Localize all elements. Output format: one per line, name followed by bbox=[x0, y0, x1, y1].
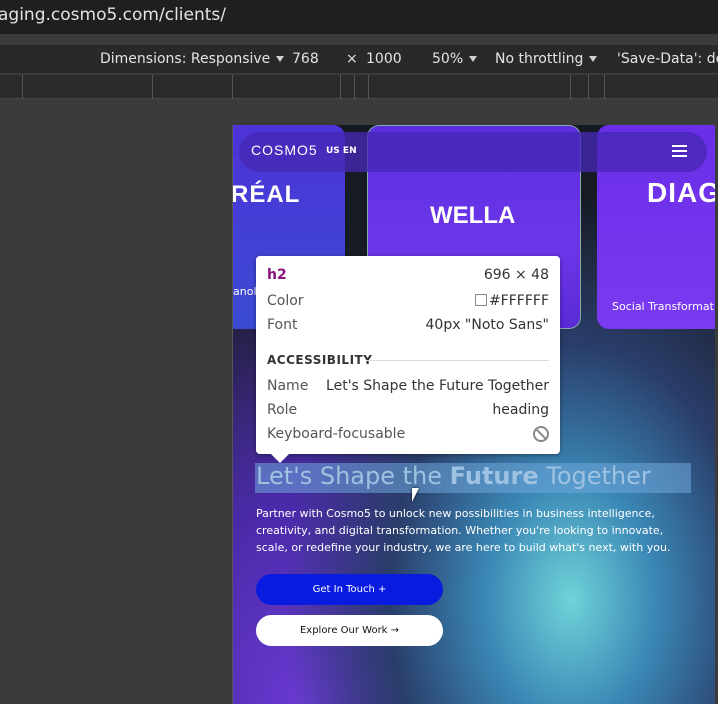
role-value: heading bbox=[492, 402, 549, 418]
throttling-select[interactable]: No throttling bbox=[495, 51, 598, 67]
color-label: Color bbox=[267, 293, 304, 309]
name-value: Let's Shape the Future Together bbox=[326, 378, 549, 394]
zoom-label: 50% bbox=[432, 51, 464, 67]
headline-part: Together bbox=[538, 462, 651, 490]
element-tag: h2 bbox=[267, 267, 287, 283]
height-input[interactable]: 1000 bbox=[366, 51, 402, 67]
name-label: Name bbox=[267, 378, 309, 394]
element-size: 696 × 48 bbox=[483, 267, 549, 283]
chevron-down-icon bbox=[276, 56, 285, 62]
url-text: aging.cosmo5.com/clients/ bbox=[0, 5, 226, 25]
not-focusable-icon bbox=[533, 426, 549, 442]
brand-logo: RÉAL bbox=[232, 181, 301, 208]
mouse-cursor-icon bbox=[412, 488, 419, 502]
page-headline: Let's Shape the Future Together bbox=[256, 462, 651, 490]
language-switch[interactable]: US EN bbox=[326, 146, 357, 156]
headline-part: Let's Shape the bbox=[256, 462, 450, 490]
color-value: #FFFFFF bbox=[488, 293, 549, 309]
media-query-ruler[interactable] bbox=[0, 75, 718, 99]
explore-our-work-button[interactable]: Explore Our Work → bbox=[256, 615, 443, 646]
chevron-down-icon bbox=[469, 56, 478, 62]
intro-paragraph: Partner with Cosmo5 to unlock new possib… bbox=[256, 507, 671, 554]
save-data-select[interactable]: 'Save-Data': def bbox=[617, 51, 718, 67]
brand-logo: WELLA bbox=[430, 202, 516, 229]
url-bar[interactable]: aging.cosmo5.com/clients/ bbox=[0, 0, 718, 34]
brand-logo: DIAG bbox=[647, 177, 715, 208]
site-logo[interactable]: COSMO5 bbox=[251, 142, 318, 158]
headline-emphasis: Future bbox=[449, 462, 539, 490]
color-swatch bbox=[474, 294, 487, 306]
role-label: Role bbox=[267, 402, 298, 418]
font-value: 40px "Noto Sans" bbox=[425, 317, 550, 333]
accessibility-heading: ACCESSIBILITY bbox=[267, 353, 373, 367]
get-in-touch-button[interactable]: Get In Touch + bbox=[256, 574, 443, 605]
tooltip-arrow bbox=[270, 453, 290, 463]
focus-label: Keyboard-focusable bbox=[267, 426, 406, 442]
width-input[interactable]: 768 bbox=[292, 51, 319, 67]
chevron-down-icon bbox=[589, 56, 598, 62]
card-caption: Social Transformat bbox=[612, 300, 714, 313]
zoom-select[interactable]: 50% bbox=[432, 51, 478, 67]
divider bbox=[366, 360, 549, 361]
dimensions-label: Dimensions: Responsive bbox=[100, 51, 271, 67]
site-navbar: COSMO5 US EN bbox=[239, 132, 707, 172]
times-sign: × bbox=[346, 51, 358, 67]
font-label: Font bbox=[267, 317, 298, 333]
dimensions-select[interactable]: Dimensions: Responsive bbox=[100, 51, 285, 67]
device-toolbar: Dimensions: Responsive 768 × 1000 50% No… bbox=[0, 44, 718, 74]
hamburger-menu-icon[interactable] bbox=[672, 145, 687, 157]
inspect-tooltip: h2 696 × 48 Color #FFFFFF Font 40px "Noto S… bbox=[256, 256, 560, 454]
throttling-label: No throttling bbox=[495, 51, 584, 67]
